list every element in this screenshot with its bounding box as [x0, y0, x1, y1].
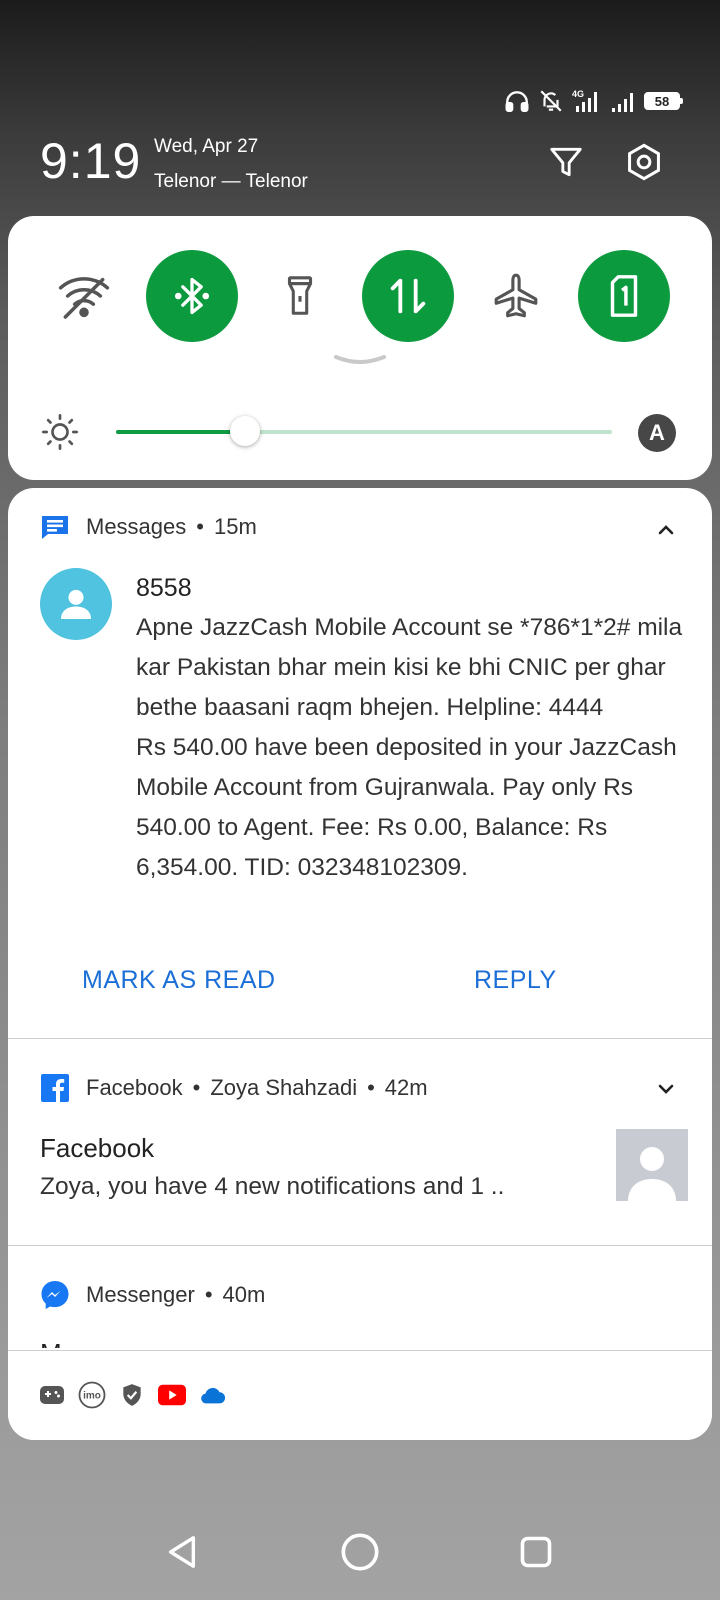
auto-brightness-button[interactable]: A — [638, 414, 676, 452]
clock[interactable]: 9:19 — [40, 132, 141, 190]
message-text-2: Rs 540.00 have been deposited in your Ja… — [136, 734, 677, 881]
separator-dot: • — [196, 514, 204, 539]
tile-bluetooth[interactable] — [146, 250, 238, 342]
account-name: Zoya Shahzadi — [210, 1075, 358, 1100]
tile-wifi[interactable] — [38, 250, 130, 342]
svg-text:imo: imo — [83, 1391, 101, 1402]
app-name: Messenger — [86, 1282, 195, 1307]
facebook-app-icon — [40, 1073, 70, 1103]
reply-button[interactable]: REPLY — [474, 966, 557, 995]
notification-facebook[interactable]: Facebook • Zoya Shahzadi • 42m Facebook … — [8, 1039, 712, 1245]
notification-time: 15m — [213, 514, 257, 539]
brightness-slider[interactable] — [116, 416, 612, 446]
cloud-icon — [198, 1381, 226, 1409]
chevron-down-icon[interactable] — [654, 1077, 678, 1101]
separator-dot: • — [367, 1075, 375, 1100]
back-button[interactable] — [160, 1530, 204, 1574]
brightness-row: A — [8, 406, 712, 458]
recents-button[interactable] — [514, 1530, 558, 1574]
notification-messenger[interactable]: Messenger • 40m M — [8, 1246, 712, 1350]
filter-icon — [550, 147, 582, 177]
tile-sim-1[interactable] — [578, 250, 670, 342]
gear-icon — [628, 143, 660, 181]
settings-button[interactable] — [622, 140, 666, 184]
collapsed-apps-bar[interactable]: imo — [8, 1350, 712, 1440]
tile-airplane-mode[interactable] — [470, 250, 562, 342]
back-triangle-icon — [168, 1536, 196, 1568]
expand-handle-icon[interactable] — [334, 354, 386, 368]
recents-square-icon — [520, 1536, 552, 1568]
app-name: Messages — [86, 514, 187, 539]
signal-icon — [612, 93, 633, 112]
filter-button[interactable] — [544, 140, 588, 184]
date[interactable]: Wed, Apr 27 — [154, 136, 258, 158]
notification-panel: Messages • 15m 8558 Apne JazzCash Mobile… — [8, 488, 712, 1440]
youtube-icon — [158, 1381, 186, 1409]
tile-mobile-data[interactable] — [362, 250, 454, 342]
notification-time: 40m — [222, 1282, 266, 1307]
battery-level: 58 — [654, 93, 670, 109]
data-transfer-icon — [390, 278, 426, 314]
message-text-1: Apne JazzCash Mobile Account se *786*1*2… — [136, 614, 683, 721]
notification-time: 42m — [384, 1075, 428, 1100]
notification-title-partial: M — [40, 1338, 62, 1348]
flashlight-icon — [287, 276, 313, 315]
battery-icon: 58 — [644, 92, 683, 110]
notification-header: Messages • 15m — [40, 512, 257, 542]
notification-messages[interactable]: Messages • 15m 8558 Apne JazzCash Mobile… — [8, 488, 712, 1038]
carrier-name: Telenor — Telenor — [154, 171, 308, 192]
brightness-slider-thumb[interactable] — [229, 416, 260, 446]
status-icons: 4G 58 — [504, 88, 683, 114]
brightness-slider-fill — [116, 430, 245, 434]
app-name: Facebook — [86, 1075, 183, 1100]
shield-icon — [118, 1381, 146, 1409]
airplane-icon — [494, 273, 538, 318]
notification-text: Zoya, you have 4 new notifications and 1… — [40, 1173, 505, 1200]
profile-thumbnail — [616, 1129, 688, 1201]
avatar — [40, 568, 112, 640]
chevron-up-icon[interactable] — [654, 518, 678, 542]
mark-as-read-button[interactable]: MARK AS READ — [82, 966, 276, 995]
sim-card-icon — [610, 275, 638, 317]
home-circle-icon — [341, 1533, 379, 1571]
separator-dot: • — [192, 1075, 201, 1100]
wifi-off-icon — [58, 277, 110, 319]
sender-name: 8558 — [136, 574, 192, 602]
game-icon — [38, 1381, 66, 1409]
mute-bell-icon — [540, 90, 562, 112]
quick-settings-panel: A — [8, 216, 712, 480]
message-body: Apne JazzCash Mobile Account se *786*1*2… — [136, 608, 696, 888]
notification-header: Messenger • 40m — [40, 1280, 265, 1310]
signal-4g-icon: 4G — [572, 89, 597, 112]
bluetooth-icon — [174, 277, 210, 315]
person-icon — [61, 589, 91, 619]
messages-app-icon — [40, 512, 70, 542]
collapsed-app-icons: imo — [38, 1381, 226, 1409]
person-icon — [628, 1147, 676, 1201]
svg-text:4G: 4G — [572, 89, 584, 99]
separator-dot: • — [204, 1282, 213, 1307]
tile-flashlight[interactable] — [254, 250, 346, 342]
home-button[interactable] — [338, 1530, 382, 1574]
notification-title: Facebook — [40, 1133, 155, 1163]
imo-icon: imo — [78, 1381, 106, 1409]
messenger-app-icon — [40, 1280, 70, 1310]
headphones-icon — [505, 91, 529, 112]
brightness-icon — [42, 414, 78, 450]
notification-header: Facebook • Zoya Shahzadi • 42m — [40, 1073, 428, 1103]
